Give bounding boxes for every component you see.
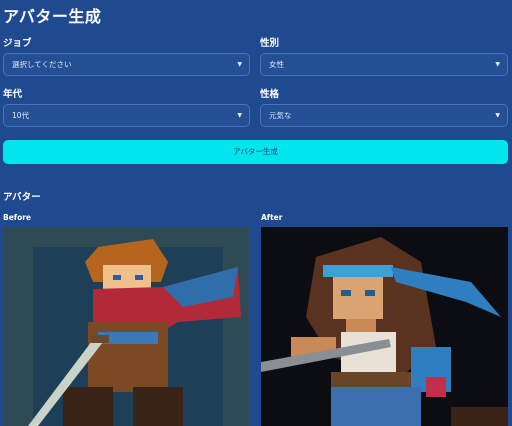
- gender-label: 性別: [260, 38, 280, 49]
- generate-avatar-button[interactable]: アバター生成: [3, 140, 508, 164]
- age-label: 年代: [3, 89, 23, 100]
- avatar-generator-page: アバター生成 ジョブ 選択してください ▼ 性別 女性 ▼ 年代 10代 ▼ 性…: [0, 0, 512, 426]
- after-label: After: [261, 213, 283, 222]
- gender-select-value: 女性: [269, 60, 284, 69]
- personality-label: 性格: [260, 89, 280, 100]
- chevron-down-icon: ▼: [237, 61, 242, 68]
- after-avatar-image: [261, 227, 508, 426]
- job-select-value: 選択してください: [12, 60, 72, 69]
- job-select[interactable]: 選択してください ▼: [3, 53, 250, 76]
- before-label: Before: [3, 213, 32, 222]
- gender-select[interactable]: 女性 ▼: [260, 53, 508, 76]
- avatar-section-title: アバター: [3, 192, 41, 203]
- page-title: アバター生成: [3, 7, 102, 26]
- personality-select-value: 元気な: [269, 111, 292, 120]
- chevron-down-icon: ▼: [495, 112, 500, 119]
- age-select-value: 10代: [12, 111, 30, 120]
- chevron-down-icon: ▼: [237, 112, 242, 119]
- personality-select[interactable]: 元気な ▼: [260, 104, 508, 127]
- before-avatar-image: [3, 227, 249, 426]
- age-select[interactable]: 10代 ▼: [3, 104, 250, 127]
- chevron-down-icon: ▼: [495, 61, 500, 68]
- job-label: ジョブ: [3, 38, 32, 49]
